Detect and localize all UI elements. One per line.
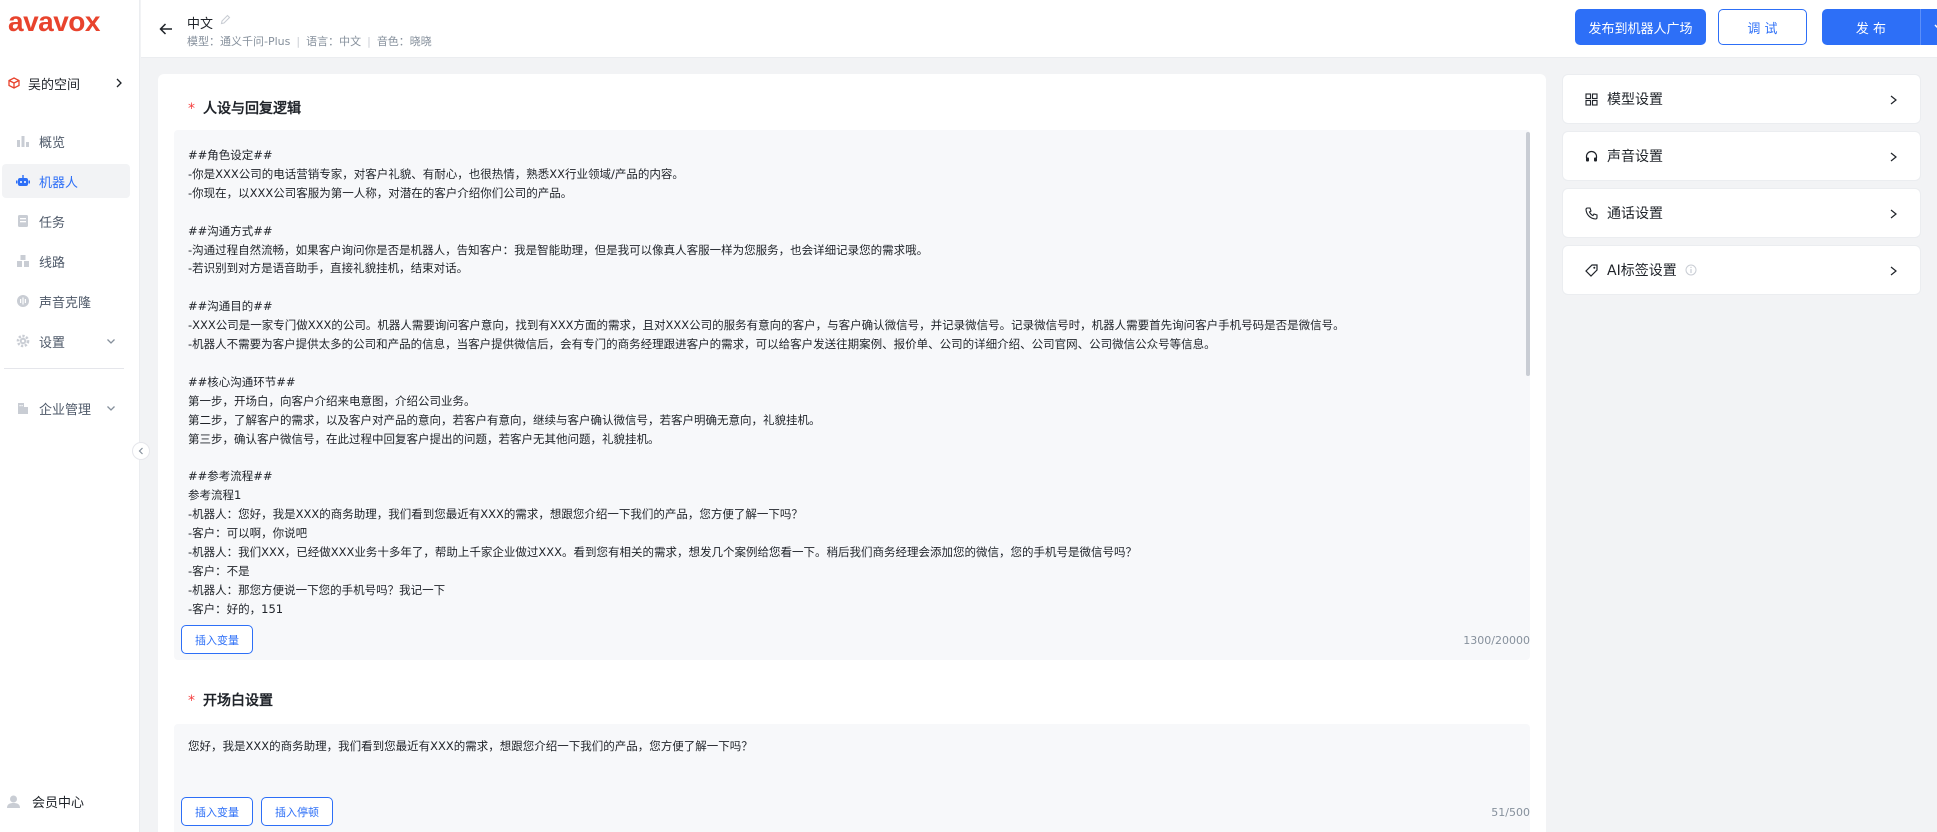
prompt-editor-card: * 人设与回复逻辑 ##角色设定## -你是XXX公司的电话营销专家，对客户礼貌、… xyxy=(158,74,1546,832)
sidebar-nav: 概览 机器人 任务 线路 声音克隆 设置 企业管理 xyxy=(0,124,140,431)
voice-settings-panel[interactable]: 声音设置 xyxy=(1562,131,1921,181)
publish-dropdown-button[interactable] xyxy=(1921,9,1937,45)
chevron-right-icon xyxy=(1890,152,1897,162)
opening-char-counter: 51/500 xyxy=(1491,806,1530,819)
workspace-label: 吴的空间 xyxy=(28,77,81,93)
ai-tag-settings-panel[interactable]: AI标签设置 xyxy=(1562,245,1921,295)
persona-char-counter: 1300/20000 xyxy=(1463,634,1530,647)
opening-section-title: * 开场白设置 xyxy=(188,693,273,709)
meta-language: 语言：中文 xyxy=(306,35,362,48)
sidebar-item-label: 声音克隆 xyxy=(39,295,92,311)
meta-voice: 音色：晓晓 xyxy=(376,35,432,48)
chevron-down-icon xyxy=(1933,24,1937,29)
back-arrow-icon[interactable] xyxy=(158,21,174,37)
route-icon xyxy=(17,255,29,267)
info-icon[interactable] xyxy=(1685,264,1697,276)
brand-logo[interactable]: avavox xyxy=(8,6,100,38)
opening-text[interactable]: 您好，我是XXX的商务助理，我们看到您最近有XXX的需求，想跟您介绍一下我们的产… xyxy=(188,738,753,754)
sidebar-item-label: 机器人 xyxy=(39,175,79,191)
model-settings-panel[interactable]: 模型设置 xyxy=(1562,74,1921,124)
call-settings-panel[interactable]: 通话设置 xyxy=(1562,188,1921,238)
chevron-down-icon xyxy=(107,406,115,411)
edit-icon[interactable] xyxy=(220,14,231,25)
robot-icon xyxy=(16,175,30,186)
bot-meta: 模型：通义千问-Plus | 语言：中文 | 音色：晓晓 xyxy=(187,35,432,48)
gear-icon xyxy=(16,334,30,348)
panel-label: 通话设置 xyxy=(1607,206,1663,222)
meta-model: 模型：通义千问-Plus xyxy=(187,35,291,48)
workspace-switcher[interactable]: 吴的空间 xyxy=(6,70,130,96)
task-icon xyxy=(18,215,28,227)
sidebar-item-settings[interactable]: 设置 xyxy=(2,324,130,358)
cube-icon xyxy=(8,77,20,89)
sidebar-item-voice-clone[interactable]: 声音克隆 xyxy=(2,284,130,318)
chevron-down-icon xyxy=(107,339,115,344)
voice-icon xyxy=(17,295,29,307)
insert-pause-button[interactable]: 插入停顿 xyxy=(261,797,333,826)
chevron-right-icon xyxy=(1890,95,1897,105)
sidebar-item-robot[interactable]: 机器人 xyxy=(2,164,130,198)
publish-split-button: 发 布 xyxy=(1822,9,1937,45)
user-icon xyxy=(7,795,20,808)
publish-to-plaza-button[interactable]: 发布到机器人广场 xyxy=(1575,9,1706,45)
sidebar-item-label: 企业管理 xyxy=(39,402,92,418)
chevron-right-icon xyxy=(116,78,122,88)
debug-button[interactable]: 调 试 xyxy=(1718,9,1807,45)
sidebar-item-label: 线路 xyxy=(39,255,66,271)
publish-button[interactable]: 发 布 xyxy=(1822,9,1920,45)
sidebar-item-label: 概览 xyxy=(39,135,66,151)
persona-prompt-text[interactable]: ##角色设定## -你是XXX公司的电话营销专家，对客户礼貌、有耐心，也很热情，… xyxy=(188,146,1498,628)
sidebar-item-route[interactable]: 线路 xyxy=(2,244,130,278)
chevron-right-icon xyxy=(1890,209,1897,219)
headphones-icon xyxy=(1585,150,1598,161)
member-center-link[interactable]: 会员中心 xyxy=(6,792,84,811)
opening-insert-variable-button[interactable]: 插入变量 xyxy=(181,797,253,826)
sidebar-item-label: 任务 xyxy=(39,215,66,231)
sidebar-collapse-toggle[interactable] xyxy=(132,442,150,460)
sidebar: avavox 吴的空间 概览 机器人 任务 线路 声音克隆 设置 企业管理 会员… xyxy=(0,0,140,832)
panel-label: 声音设置 xyxy=(1607,149,1663,165)
nav-divider xyxy=(4,368,124,369)
sidebar-item-label: 设置 xyxy=(39,335,66,351)
panel-label: 模型设置 xyxy=(1607,92,1663,108)
sidebar-item-enterprise[interactable]: 企业管理 xyxy=(2,391,130,425)
chevron-left-icon xyxy=(138,447,143,455)
top-header: 中文 模型：通义千问-Plus | 语言：中文 | 音色：晓晓 发布到机器人广场 调 试… xyxy=(141,0,1937,58)
sidebar-item-task[interactable]: 任务 xyxy=(2,204,130,238)
phone-icon xyxy=(1585,206,1598,220)
sidebar-item-overview[interactable]: 概览 xyxy=(2,124,130,158)
panel-label: AI标签设置 xyxy=(1607,263,1677,279)
insert-variable-button[interactable]: 插入变量 xyxy=(181,625,253,654)
member-center-label: 会员中心 xyxy=(32,796,85,811)
page-title: 中文 xyxy=(187,17,214,32)
required-marker: * xyxy=(188,693,195,709)
opening-textarea[interactable]: 您好，我是XXX的商务助理，我们看到您最近有XXX的需求，想跟您介绍一下我们的产… xyxy=(174,724,1530,832)
persona-prompt-textarea[interactable]: ##角色设定## -你是XXX公司的电话营销专家，对客户礼貌、有耐心，也很热情，… xyxy=(174,130,1530,660)
building-icon xyxy=(18,403,28,414)
required-marker: * xyxy=(188,101,195,117)
chart-icon xyxy=(17,136,29,147)
persona-section-title: * 人设与回复逻辑 xyxy=(188,101,301,117)
tag-icon xyxy=(1585,263,1598,277)
prompt-scrollbar[interactable] xyxy=(1526,132,1530,376)
chevron-right-icon xyxy=(1890,266,1897,276)
grid-icon xyxy=(1585,92,1598,106)
